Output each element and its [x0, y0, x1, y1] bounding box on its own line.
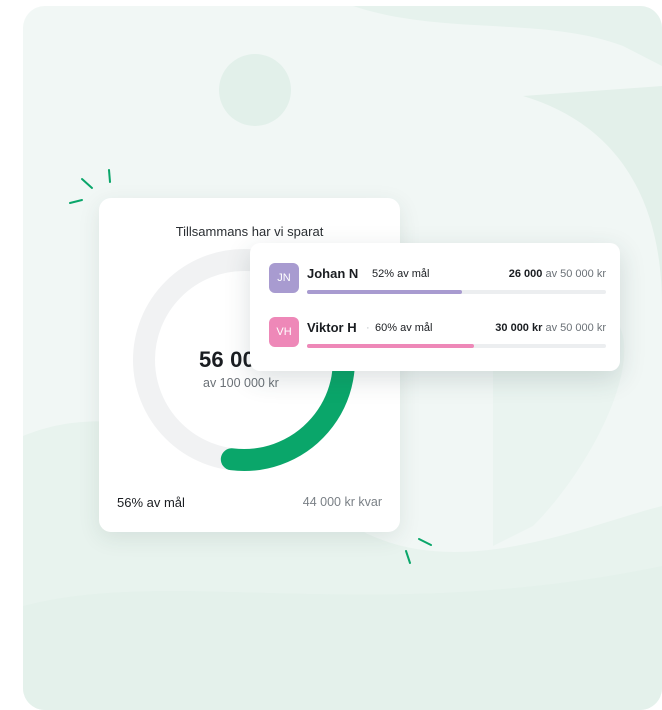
member-row-johan[interactable]: JN Johan N 52% av mål 26 000 av 50 000 k…	[269, 263, 606, 297]
member-saved: 26 000	[508, 268, 543, 280]
avatar: VH	[269, 317, 299, 347]
avatar: JN	[269, 263, 299, 293]
member-name: Viktor H	[307, 320, 357, 335]
member-name: Johan N	[307, 266, 359, 281]
remaining-amount: 44 000 kr kvar	[302, 495, 382, 509]
member-percent: 52% av mål	[372, 268, 430, 280]
separator-dot: ·	[366, 322, 370, 334]
progress-track	[307, 344, 606, 348]
goal-percent: 56% av mål	[117, 495, 185, 510]
member-goal: av 50 000 kr	[545, 268, 606, 280]
savings-goal-total: av 100 000 kr	[203, 376, 279, 390]
progress-fill	[307, 290, 463, 294]
member-amount: 26 000 av 50 000 kr	[509, 268, 606, 280]
savings-amount: 56 00	[199, 347, 256, 372]
member-row-viktor[interactable]: VH Viktor H · 60% av mål 30 000 kr av 50…	[269, 317, 606, 351]
member-saved: 30 000 kr	[495, 322, 543, 334]
members-progress-card: JN Johan N 52% av mål 26 000 av 50 000 k…	[250, 243, 620, 371]
progress-fill	[307, 344, 475, 348]
member-amount: 30 000 kr av 50 000 kr	[495, 322, 606, 334]
member-goal: av 50 000 kr	[545, 322, 606, 334]
member-percent: 60% av mål	[375, 322, 433, 334]
progress-track	[307, 290, 606, 294]
